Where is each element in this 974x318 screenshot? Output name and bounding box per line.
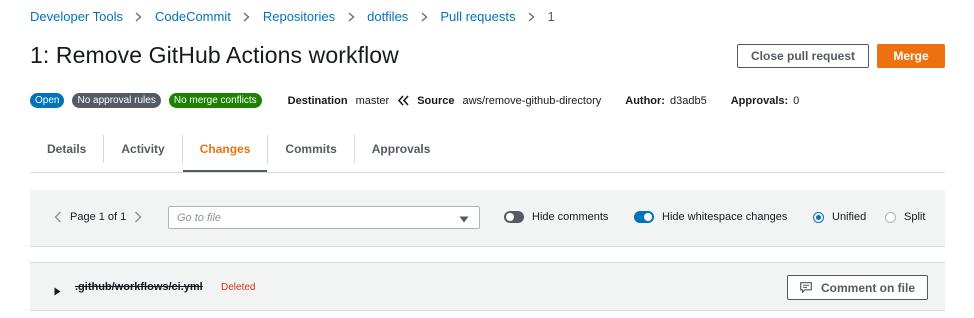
tab-details[interactable]: Details <box>30 135 105 163</box>
approvals-value: 0 <box>793 94 800 107</box>
pagination: Page 1 of 1 <box>52 210 144 224</box>
page-title: 1: Remove GitHub Actions workflow <box>30 42 399 68</box>
merge-conflicts-badge: No merge conflicts <box>168 93 262 108</box>
tab-activity[interactable]: Activity <box>104 135 183 163</box>
go-to-file-placeholder: Go to file <box>177 211 222 224</box>
split-radio[interactable]: Split <box>885 211 925 223</box>
breadcrumb: Developer Tools CodeCommit Repositories … <box>30 9 555 24</box>
hide-whitespace-toggle[interactable]: Hide whitespace changes <box>634 211 787 223</box>
merge-button[interactable]: Merge <box>877 44 945 68</box>
chevron-right-icon <box>521 10 541 24</box>
comment-on-file-label: Comment on file <box>820 280 915 295</box>
page-indicator: Page 1 of 1 <box>70 211 127 223</box>
tab-approvals[interactable]: Approvals <box>355 135 448 163</box>
file-name[interactable]: .github/workflows/ci.yml <box>75 281 203 293</box>
hide-comments-toggle[interactable]: Hide comments <box>504 211 608 223</box>
destination-value: master <box>355 94 390 107</box>
chevron-right-icon <box>414 10 434 24</box>
radio-selected[interactable] <box>813 211 824 223</box>
changes-toolbar: Page 1 of 1 Go to file Hide comments Hid… <box>30 190 945 247</box>
breadcrumb-dotfiles[interactable]: dotfiles <box>367 9 408 24</box>
chevron-right-icon <box>237 10 257 24</box>
breadcrumb-current: 1 <box>547 9 555 24</box>
radio-unselected[interactable] <box>885 211 896 223</box>
split-label: Split <box>904 211 926 223</box>
unified-label: Unified <box>832 211 867 223</box>
tab-commits[interactable]: Commits <box>268 135 355 163</box>
breadcrumb-codecommit[interactable]: CodeCommit <box>155 9 231 24</box>
tab-changes[interactable]: Changes <box>182 135 269 172</box>
destination-label: Destination <box>287 94 348 107</box>
hide-whitespace-label: Hide whitespace changes <box>662 211 788 223</box>
breadcrumb-developer-tools[interactable]: Developer Tools <box>30 9 123 24</box>
chevron-right-icon <box>129 10 149 24</box>
approvals-label: Approvals: <box>730 94 789 107</box>
tab-divider <box>30 172 945 173</box>
file-status: Deleted <box>221 282 256 293</box>
breadcrumb-repositories[interactable]: Repositories <box>263 9 335 24</box>
file-diff-header: .github/workflows/ci.yml Deleted Comment… <box>30 262 945 311</box>
unified-radio[interactable]: Unified <box>813 211 866 223</box>
caret-right-icon[interactable] <box>54 283 61 301</box>
status-badge: Open <box>30 93 65 108</box>
author-value: d3adb5 <box>669 94 707 107</box>
approval-rules-badge: No approval rules <box>72 93 161 108</box>
tab-bar: Details Activity Changes Commits Approva… <box>30 135 945 172</box>
author-label: Author: <box>625 94 665 107</box>
next-page-icon[interactable] <box>132 210 144 224</box>
close-pull-request-button[interactable]: Close pull request <box>737 44 869 68</box>
pull-request-meta: Open No approval rules No merge conflict… <box>30 93 807 108</box>
go-to-file-select[interactable]: Go to file <box>168 206 480 229</box>
source-label: Source <box>417 94 455 107</box>
comment-on-file-button[interactable]: Comment on file <box>787 275 928 300</box>
previous-page-icon[interactable] <box>52 210 64 224</box>
double-chevron-left-icon <box>397 95 409 106</box>
caret-down-icon <box>459 214 469 226</box>
toggle-switch-on[interactable] <box>634 211 654 223</box>
chevron-right-icon <box>341 10 361 24</box>
breadcrumb-pull-requests[interactable]: Pull requests <box>440 9 515 24</box>
toggle-switch-off[interactable] <box>504 211 524 223</box>
comment-icon <box>800 282 812 293</box>
source-value: aws/remove-github-directory <box>462 94 602 107</box>
hide-comments-label: Hide comments <box>532 211 609 223</box>
